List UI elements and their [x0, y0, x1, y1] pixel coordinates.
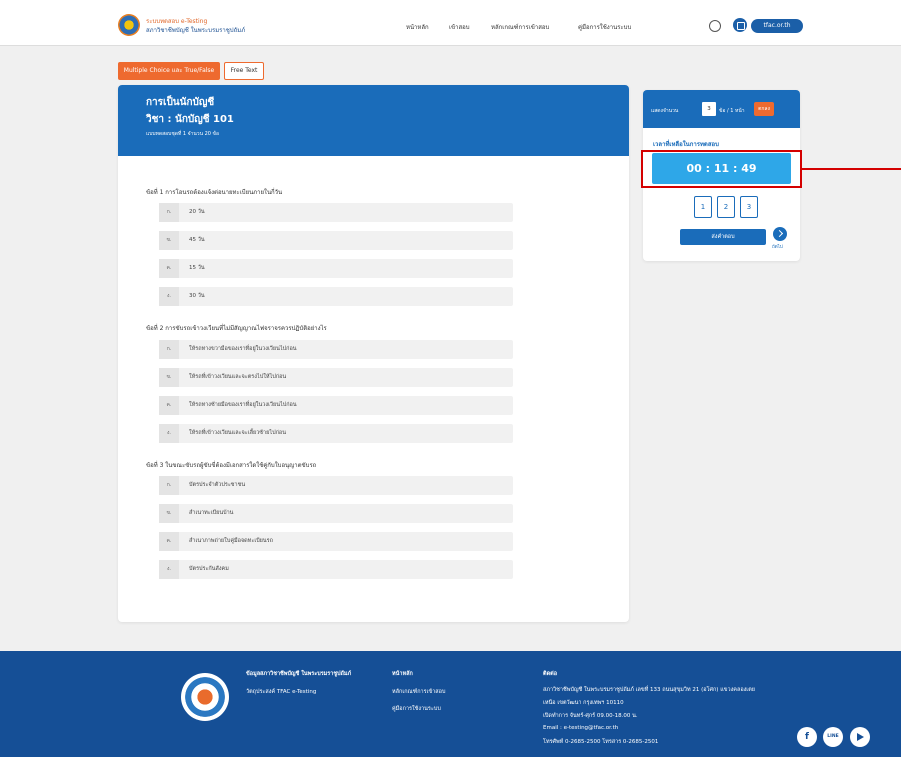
option-letter: ข. [159, 231, 179, 250]
option-letter: ข. [159, 368, 179, 387]
line-icon[interactable]: LINE [823, 727, 843, 747]
exam-meta: แบบทดสอบชุดที่ 1 จำนวน 20 ข้อ [146, 131, 219, 137]
next-label[interactable]: ถัดไป [772, 243, 783, 250]
submit-answers-button[interactable]: ส่งคำตอบ [680, 229, 766, 245]
option-text: 30 วัน [189, 293, 205, 299]
option-text: ให้รถทางขวามือของเราที่อยู่ในวงเวียนไปก่… [189, 346, 297, 352]
subject-title: วิชา : นักบัญชี 101 [146, 114, 234, 125]
question-2-option-b[interactable]: ข. ให้รถที่เข้าวงเวียนและจะตรงไปให้ไปก่อน [159, 368, 513, 387]
option-text: บัตรประกันสังคม [189, 566, 229, 572]
footer-objective-link[interactable]: วัตถุประสงค์ TFAC e-Testing [246, 688, 316, 696]
footer-about-link[interactable]: ข้อมูลสภาวิชาชีพบัญชี ในพระบรมราชูปถัมภ์ [246, 670, 351, 678]
nav-user-manual[interactable]: คู่มือการใช้งานระบบ [578, 22, 631, 32]
footer-contact-title: ติดต่อ [543, 671, 558, 677]
question-3-option-a[interactable]: ก. บัตรประจำตัวประชาชน [159, 476, 513, 495]
option-letter: ค. [159, 259, 179, 278]
footer-contact-line: Email : e-testing@tfac.or.th [543, 725, 619, 731]
per-page-suffix: ข้อ / 1 หน้า [719, 108, 745, 114]
page-button-1[interactable]: 1 [694, 196, 712, 218]
timer-highlight-box [641, 150, 802, 188]
option-text: ให้รถทางซ้ายมือของเราที่อยู่ในวงเวียนไปก… [189, 402, 297, 408]
option-letter: ข. [159, 504, 179, 523]
option-text: บัตรประจำตัวประชาชน [189, 482, 246, 488]
user-circle-icon[interactable] [709, 20, 721, 32]
footer-logo [181, 673, 229, 721]
brand-line-2: สภาวิชาชีพบัญชี ในพระบรมราชูปถัมภ์ [146, 27, 246, 34]
question-3-option-d[interactable]: ง. บัตรประกันสังคม [159, 560, 513, 579]
tab-multiple-choice[interactable]: Multiple Choice และ True/False [118, 62, 220, 80]
question-2-text: ข้อที่ 2 การขับรถเข้าวงเวียนที่ไม่มีสัญญ… [146, 325, 327, 332]
option-text: สำเนาทะเบียนบ้าน [189, 510, 234, 516]
exam-card: การเป็นนักบัญชี วิชา : นักบัญชี 101 แบบท… [118, 85, 629, 622]
option-letter: ง. [159, 560, 179, 579]
bag-icon[interactable] [733, 18, 747, 32]
nav-home[interactable]: หน้าหลัก [406, 22, 429, 32]
nav-take-exam[interactable]: เข้าสอบ [449, 22, 470, 32]
footer-rules-link[interactable]: หลักเกณฑ์การเข้าสอบ [392, 688, 445, 696]
youtube-icon[interactable] [850, 727, 870, 747]
chevron-right-icon[interactable] [773, 227, 787, 241]
option-text: ให้รถที่เข้าวงเวียนและจะตรงไปให้ไปก่อน [189, 374, 287, 380]
question-1-text: ข้อที่ 1 การโอนรถต้องแจ้งต่อนายทะเบียนภา… [146, 189, 283, 196]
option-letter: ง. [159, 287, 179, 306]
tab-free-text[interactable]: Free Text [224, 62, 264, 80]
option-text: 15 วัน [189, 265, 205, 271]
option-text: สำเนาภาพถ่ายใบคู่มือจดทะเบียนรถ [189, 538, 273, 544]
option-letter: ค. [159, 532, 179, 551]
question-1-option-b[interactable]: ข. 45 วัน [159, 231, 513, 250]
question-1-option-d[interactable]: ง. 30 วัน [159, 287, 513, 306]
site-link-button[interactable]: tfac.or.th [751, 19, 803, 33]
footer-contact-line: เหนือ เขตวัฒนา กรุงเทพฯ 10110 [543, 700, 624, 706]
per-page-bar: แสดงจำนวน 3 ข้อ / 1 หน้า ตกลง [643, 90, 800, 128]
course-title: การเป็นนักบัญชี [146, 97, 215, 108]
tfac-logo[interactable] [118, 14, 140, 36]
highlight-pointer-line [802, 168, 901, 170]
option-letter: ค. [159, 396, 179, 415]
question-3-text: ข้อที่ 3 ในขณะขับรถผู้ขับขี่ต้องมีเอกสาร… [146, 462, 317, 469]
question-2-option-d[interactable]: ง. ให้รถที่เข้าวงเวียนและจะเลี้ยวซ้ายไปก่… [159, 424, 513, 443]
option-letter: ก. [159, 476, 179, 495]
option-letter: ก. [159, 340, 179, 359]
question-1-option-c[interactable]: ค. 15 วัน [159, 259, 513, 278]
footer-contact-line: สภาวิชาชีพบัญชี ในพระบรมราชูปถัมภ์ เลขที… [543, 687, 755, 693]
footer: ข้อมูลสภาวิชาชีพบัญชี ในพระบรมราชูปถัมภ์… [0, 651, 901, 757]
page-button-2[interactable]: 2 [717, 196, 735, 218]
nav-exam-rules[interactable]: หลักเกณฑ์การเข้าสอบ [491, 22, 549, 32]
question-3-option-b[interactable]: ข. สำเนาทะเบียนบ้าน [159, 504, 513, 523]
question-3-option-c[interactable]: ค. สำเนาภาพถ่ายใบคู่มือจดทะเบียนรถ [159, 532, 513, 551]
option-text: 20 วัน [189, 209, 205, 215]
question-1-option-a[interactable]: ก. 20 วัน [159, 203, 513, 222]
page-button-3[interactable]: 3 [740, 196, 758, 218]
question-2-option-c[interactable]: ค. ให้รถทางซ้ายมือของเราที่อยู่ในวงเวียนไ… [159, 396, 513, 415]
footer-manual-link[interactable]: คู่มือการใช้งานระบบ [392, 705, 441, 713]
per-page-input[interactable]: 3 [702, 102, 716, 116]
top-navbar: ระบบทดสอบ e-Testing สภาวิชาชีพบัญชี ในพร… [0, 0, 901, 46]
footer-contact-line: เปิดทำการ จันทร์-ศุกร์ 09.00-18.00 น. [543, 713, 638, 719]
footer-contact-line: โทรศัพท์ 0-2685-2500 โทรสาร 0-2685-2501 [543, 739, 659, 745]
footer-home-link[interactable]: หน้าหลัก [392, 670, 413, 678]
option-text: 45 วัน [189, 237, 205, 243]
option-letter: ง. [159, 424, 179, 443]
facebook-icon[interactable]: f [797, 727, 817, 747]
time-remaining-label: เวลาที่เหลือในการทดสอบ [653, 141, 719, 148]
option-letter: ก. [159, 203, 179, 222]
exam-header: การเป็นนักบัญชี วิชา : นักบัญชี 101 แบบท… [118, 85, 629, 156]
option-text: ให้รถที่เข้าวงเวียนและจะเลี้ยวซ้ายไปก่อน [189, 430, 286, 436]
question-2-option-a[interactable]: ก. ให้รถทางขวามือของเราที่อยู่ในวงเวียนไป… [159, 340, 513, 359]
per-page-prefix: แสดงจำนวน [651, 108, 679, 114]
per-page-confirm-button[interactable]: ตกลง [754, 102, 774, 116]
